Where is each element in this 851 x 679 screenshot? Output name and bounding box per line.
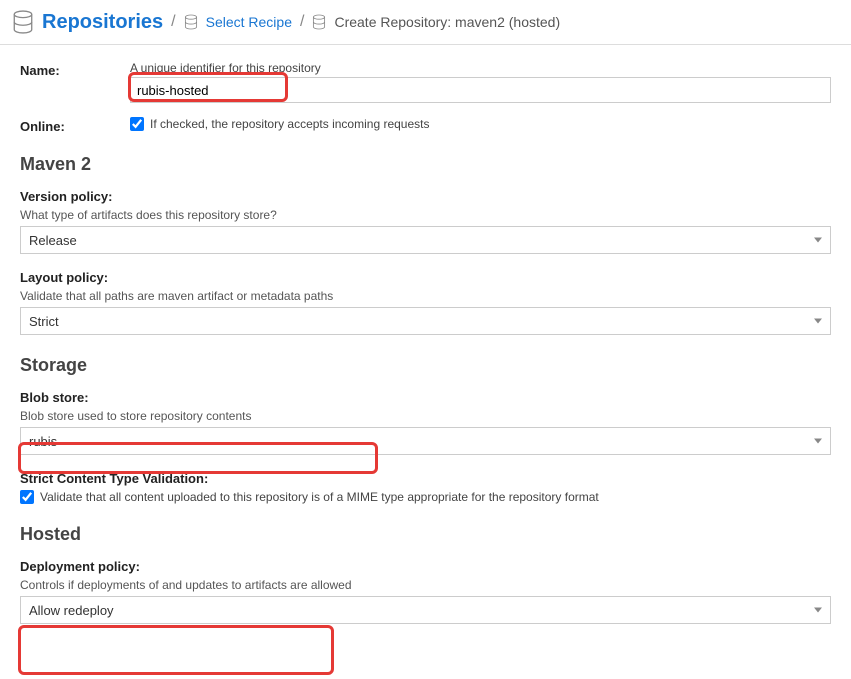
chevron-down-icon (814, 238, 822, 243)
blob-store-select[interactable]: rubis (20, 427, 831, 455)
layout-policy-hint: Validate that all paths are maven artifa… (20, 289, 831, 303)
breadcrumb-root[interactable]: Repositories (42, 11, 163, 34)
breadcrumb: Repositories / Select Recipe / Create Re… (0, 0, 851, 45)
breadcrumb-current: Create Repository: maven2 (hosted) (334, 14, 560, 30)
chevron-down-icon (814, 439, 822, 444)
online-checkbox[interactable] (130, 117, 144, 131)
strict-validation-checkbox[interactable] (20, 490, 34, 504)
layout-policy-select[interactable]: Strict (20, 307, 831, 335)
version-policy-select[interactable]: Release (20, 226, 831, 254)
section-maven2-title: Maven 2 (20, 154, 831, 175)
breadcrumb-select-recipe[interactable]: Select Recipe (206, 14, 292, 30)
online-text: If checked, the repository accepts incom… (150, 117, 429, 131)
name-hint: A unique identifier for this repository (130, 61, 831, 75)
name-label: Name: (20, 61, 130, 78)
name-input[interactable] (130, 77, 831, 103)
database-icon (312, 14, 326, 30)
version-policy-label: Version policy: (20, 189, 831, 204)
deployment-policy-label: Deployment policy: (20, 559, 831, 574)
deployment-policy-select[interactable]: Allow redeploy (20, 596, 831, 624)
online-label: Online: (20, 117, 130, 134)
blob-store-label: Blob store: (20, 390, 831, 405)
breadcrumb-separator: / (300, 13, 304, 31)
section-storage-title: Storage (20, 355, 831, 376)
database-icon (184, 14, 198, 30)
layout-policy-value: Strict (29, 314, 59, 329)
chevron-down-icon (814, 319, 822, 324)
blob-store-hint: Blob store used to store repository cont… (20, 409, 831, 423)
form-area: Name: A unique identifier for this repos… (0, 45, 851, 660)
strict-validation-text: Validate that all content uploaded to th… (40, 490, 599, 504)
section-hosted-title: Hosted (20, 524, 831, 545)
deployment-policy-hint: Controls if deployments of and updates t… (20, 578, 831, 592)
layout-policy-label: Layout policy: (20, 270, 831, 285)
version-policy-value: Release (29, 233, 77, 248)
deployment-policy-value: Allow redeploy (29, 603, 114, 618)
database-icon (12, 10, 34, 34)
strict-validation-label: Strict Content Type Validation: (20, 471, 831, 486)
blob-store-value: rubis (29, 434, 57, 449)
breadcrumb-separator: / (171, 13, 175, 31)
version-policy-hint: What type of artifacts does this reposit… (20, 208, 831, 222)
chevron-down-icon (814, 608, 822, 613)
